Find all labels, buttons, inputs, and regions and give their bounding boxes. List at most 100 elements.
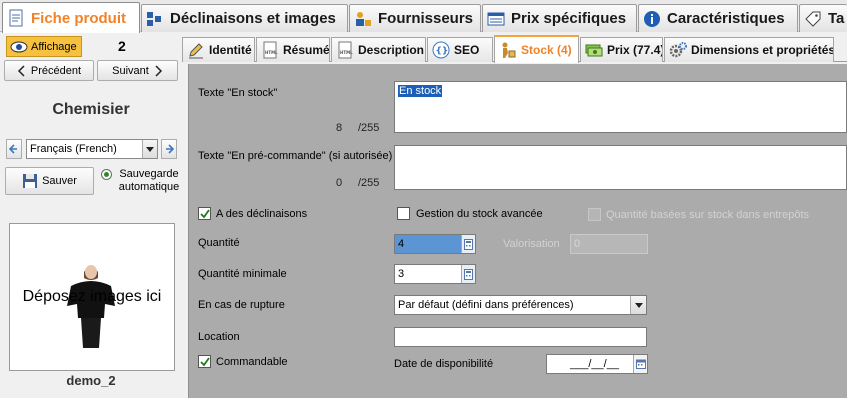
out-of-stock-label: En cas de rupture [198, 299, 285, 311]
arrow-left-icon [9, 144, 17, 154]
chevron-right-icon [155, 64, 162, 77]
svg-text:{}: {} [436, 47, 449, 57]
product-sub-tab-bar: Identité HTML Résumé HTML Description {}… [182, 33, 847, 63]
advanced-stock-checkbox[interactable] [397, 207, 410, 220]
money-icon [585, 44, 603, 57]
quantity-value: 4 [398, 238, 405, 250]
tab-dimensions[interactable]: Dimensions et propriétés [664, 37, 834, 62]
calendar-icon[interactable] [633, 355, 647, 373]
tab-label: Fournisseurs [378, 10, 474, 27]
in-stock-char-count: 8 [336, 122, 343, 134]
warehouse-qty-checkbox[interactable] [588, 208, 601, 221]
tab-label: SEO [454, 43, 480, 57]
preorder-text-field[interactable] [394, 145, 847, 190]
product-side-panel: Affichage 2 Précédent Suivant Chemisier … [0, 33, 182, 398]
lang-next-button[interactable] [161, 139, 177, 159]
availability-date-label: Date de disponibilité [394, 358, 494, 370]
html-icon: HTML [263, 41, 278, 59]
tab-resume[interactable]: HTML Résumé [256, 37, 330, 62]
save-label: Sauver [42, 175, 77, 187]
eye-icon [10, 41, 28, 52]
previous-label: Précédent [30, 64, 82, 77]
in-stock-text-value: En stock [398, 85, 443, 97]
image-drop-zone[interactable]: Déposez images ici [9, 223, 175, 371]
next-button[interactable]: Suivant [97, 60, 178, 81]
lang-prev-button[interactable] [6, 139, 22, 159]
supplier-icon [356, 11, 371, 26]
has-combinations-checkbox[interactable] [198, 207, 211, 220]
in-stock-char-max: /255 [358, 122, 380, 134]
chevron-left-icon [17, 64, 25, 77]
svg-text:HTML: HTML [340, 50, 353, 55]
calculator-icon[interactable] [461, 235, 475, 253]
tab-description[interactable]: HTML Description [331, 37, 426, 62]
orderable-checkbox[interactable] [198, 355, 211, 368]
valuation-field[interactable]: 0 [570, 234, 648, 254]
location-field[interactable] [394, 327, 647, 347]
tab-label: Dimensions et propriétés [691, 43, 834, 57]
preorder-label: Texte "En pré-commande" (si autorisée) [198, 150, 393, 162]
affichage-label: Affichage [31, 40, 77, 53]
braces-icon: {} [432, 41, 450, 59]
warehouse-qty-label: Quantité basées sur stock dans entrepôts [606, 209, 810, 221]
stock-panel: Texte "En stock" 8 /255 En stock Texte "… [188, 64, 847, 398]
tab-identite[interactable]: Identité [182, 37, 255, 62]
preorder-char-count: 0 [336, 177, 343, 189]
autosave-label: Sauvegarde automatique [118, 168, 180, 193]
info-icon [644, 10, 660, 27]
tab-tags[interactable]: Ta [799, 4, 847, 32]
tab-stock[interactable]: Stock (4) [494, 35, 579, 63]
product-count: 2 [118, 38, 126, 54]
image-name: demo_2 [66, 373, 116, 388]
valuation-value: 0 [574, 238, 581, 250]
out-of-stock-select[interactable]: Par défaut (défini dans préférences) [394, 295, 647, 315]
svg-text:HTML: HTML [265, 50, 278, 55]
tab-label: Prix spécifiques [511, 10, 627, 27]
valuation-label: Valorisation [503, 238, 560, 250]
price-list-icon [487, 12, 505, 25]
floppy-disk-icon [23, 174, 38, 188]
tab-caracteristiques[interactable]: Caractéristiques [638, 4, 798, 32]
stock-icon [502, 42, 516, 58]
autosave-radio[interactable] [101, 169, 112, 180]
arrow-right-icon [166, 144, 174, 154]
tab-declinaisons[interactable]: Déclinaisons et images [141, 4, 348, 32]
next-label: Suivant [112, 64, 149, 77]
tab-label: Fiche produit [31, 9, 126, 27]
tab-prix-specifiques[interactable]: Prix spécifiques [482, 4, 637, 32]
min-qty-label: Quantité minimale [198, 268, 287, 280]
autosave-option[interactable]: Sauvegarde automatique [101, 168, 181, 194]
pencil-icon [189, 43, 203, 59]
out-of-stock-value: Par défaut (défini dans préférences) [398, 299, 574, 311]
previous-button[interactable]: Précédent [4, 60, 94, 81]
tab-label: Description [358, 43, 425, 57]
quantity-stepper[interactable]: 4 [394, 234, 476, 254]
availability-date-field[interactable]: ___/__/__ [546, 354, 648, 374]
language-value: Français (French) [30, 143, 117, 155]
tab-fournisseurs[interactable]: Fournisseurs [349, 4, 481, 32]
tab-label: Identité [209, 43, 252, 57]
tab-prix[interactable]: Prix (77.4) [580, 37, 663, 62]
gear-icon [669, 42, 687, 58]
min-qty-stepper[interactable]: 3 [394, 264, 476, 284]
drop-images-text: Déposez images ici [22, 288, 162, 305]
language-select[interactable]: Français (French) [26, 139, 158, 159]
availability-date-value: ___/__/__ [570, 358, 619, 370]
in-stock-text-field[interactable]: En stock [394, 81, 847, 133]
document-icon [9, 9, 23, 27]
checkmark-icon [199, 356, 210, 366]
min-qty-value: 3 [398, 268, 405, 280]
tab-fiche-produit[interactable]: Fiche produit [2, 2, 140, 33]
combinations-icon [147, 11, 161, 26]
product-name: Chemisier [52, 101, 130, 118]
tab-label: Ta [828, 10, 845, 27]
in-stock-label: Texte "En stock" [198, 87, 278, 99]
tab-seo[interactable]: {} SEO [427, 37, 493, 62]
tab-label: Stock (4) [521, 43, 572, 57]
html-icon: HTML [338, 41, 353, 59]
chevron-down-icon [142, 140, 157, 158]
affichage-button[interactable]: Affichage [6, 36, 82, 57]
save-button[interactable]: Sauver [5, 167, 94, 195]
calculator-icon[interactable] [461, 265, 475, 283]
tab-label: Caractéristiques [667, 10, 785, 27]
